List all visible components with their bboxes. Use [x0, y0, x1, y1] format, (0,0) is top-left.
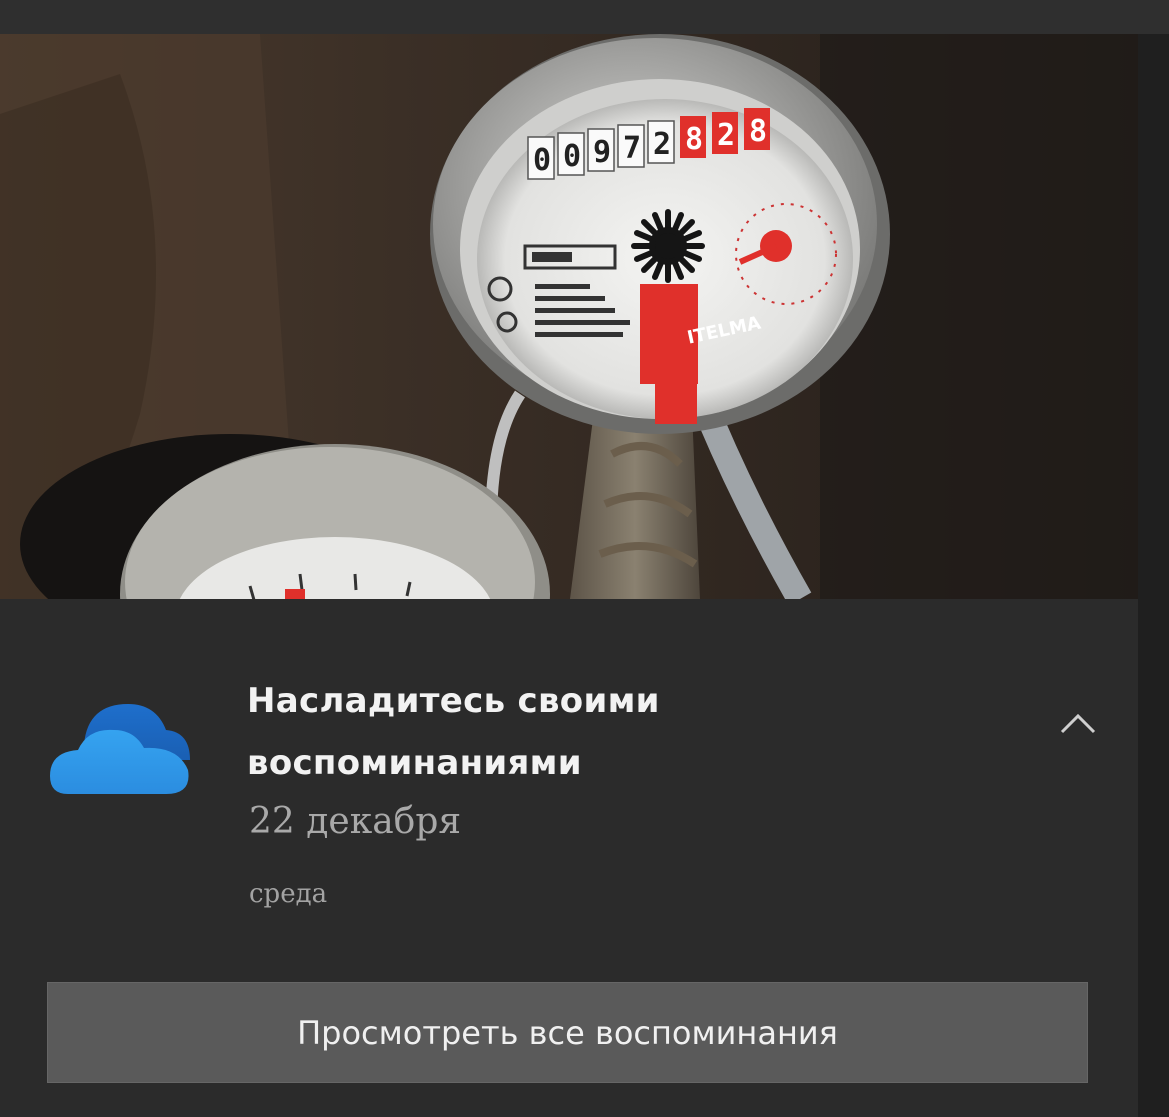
meter-digit: 2 [653, 127, 671, 162]
memory-photo[interactable]: 0 0 9 7 2 8 2 8 ITELMA [0, 34, 1138, 599]
onedrive-cloud-icon [48, 690, 194, 800]
memory-photo-image: 0 0 9 7 2 8 2 8 ITELMA [0, 34, 1138, 599]
meter-digit: 2 [717, 118, 735, 153]
meter-digit: 9 [593, 135, 611, 170]
scrollbar-track[interactable] [1138, 34, 1169, 1117]
meter-digit: 8 [749, 114, 767, 149]
meter-digit: 7 [623, 131, 641, 166]
collapse-button[interactable] [1048, 702, 1108, 746]
notification-weekday: среда [249, 879, 328, 909]
memories-notification[interactable]: 0 0 9 7 2 8 2 8 ITELMA Насладитесь своим… [0, 34, 1138, 1117]
view-all-memories-button[interactable]: Просмотреть все воспоминания [47, 982, 1088, 1083]
notification-title: Насладитесь своими воспоминаниями [247, 681, 660, 783]
onedrive-cloud-icon [50, 704, 190, 794]
meter-digit: 0 [563, 139, 581, 174]
meter-digit: 8 [685, 122, 703, 157]
meter-digit: 0 [533, 143, 551, 178]
notification-date: 22 декабря [249, 801, 462, 842]
screen: 0 0 9 7 2 8 2 8 ITELMA Насладитесь своим… [0, 0, 1169, 1117]
chevron-up-icon [1060, 713, 1096, 734]
top-strip [0, 0, 1169, 34]
